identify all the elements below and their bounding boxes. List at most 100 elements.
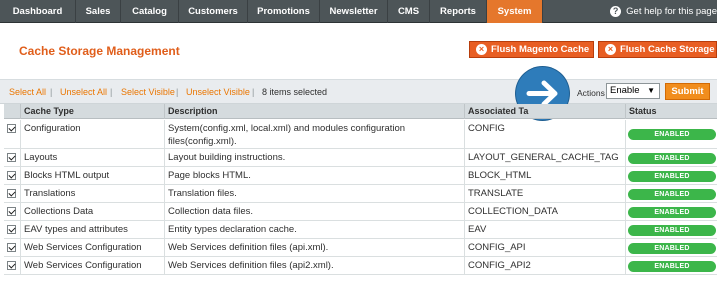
description-cell-text: System(config.xml, local.xml) and module… [168,123,406,147]
status-badge: ENABLED [628,153,716,164]
associated-tags-cell: LAYOUT_GENERAL_CACHE_TAG [465,149,626,166]
row-checkbox[interactable] [7,261,16,270]
checkbox-cell [4,120,21,148]
grid-header: Cache Type Description Associated Ta Sta… [4,104,717,119]
description-cell-text: Page blocks HTML. [168,170,251,181]
flush-cache-storage-button[interactable]: × Flush Cache Storage [598,41,717,58]
associated-tags-cell: BLOCK_HTML [465,167,626,184]
table-row[interactable]: Web Services Configuration Web Services d… [4,257,717,275]
row-checkbox[interactable] [7,243,16,252]
associated-tags-cell: COLLECTION_DATA [465,203,626,220]
help-label: Get help for this page [626,6,717,17]
checkbox-cell [4,167,21,184]
separator: | [176,87,179,97]
close-icon: × [605,44,616,55]
description-cell: Entity types declaration cache. [165,221,465,238]
description-cell: Layout building instructions. [165,149,465,166]
header-checkbox-column [4,104,21,119]
row-checkbox[interactable] [7,207,16,216]
table-row[interactable]: Configuration System(config.xml, local.xm… [4,120,717,149]
description-cell: Web Services definition files (api2.xml)… [165,257,465,274]
help-link[interactable]: ? Get help for this page [610,0,717,23]
table-row[interactable]: Web Services Configuration Web Services d… [4,239,717,257]
row-checkbox[interactable] [7,124,16,133]
nav-item-dashboard[interactable]: Dashboard [0,0,76,23]
nav-item-newsletter[interactable]: Newsletter [320,0,388,23]
selected-count: 8 items selected [262,87,328,97]
checkbox-cell [4,221,21,238]
row-checkbox[interactable] [7,171,16,180]
unselect-visible-link[interactable]: Unselect Visible [186,87,250,97]
header-cache-type[interactable]: Cache Type [21,104,165,119]
status-badge: ENABLED [628,207,716,218]
cache-type-cell: Blocks HTML output [21,167,165,184]
checkbox-cell [4,149,21,166]
cache-type-cell: Web Services Configuration [21,257,165,274]
nav-item-promotions[interactable]: Promotions [248,0,320,23]
nav-item-reports[interactable]: Reports [430,0,487,23]
cache-type-cell: Web Services Configuration [21,239,165,256]
associated-tags-cell-text: TRANSLATE [468,188,524,199]
status-badge: ENABLED [628,261,716,272]
table-row[interactable]: Blocks HTML output Page blocks HTML. BLOCK… [4,167,717,185]
table-row[interactable]: Collections Data Collection data files. CO… [4,203,717,221]
description-cell-text: Collection data files. [168,206,254,217]
cache-type-cell: Layouts [21,149,165,166]
description-cell: System(config.xml, local.xml) and module… [165,120,465,148]
separator: | [50,87,53,97]
cache-type-cell: Collections Data [21,203,165,220]
nav-item-cms[interactable]: CMS [388,0,430,23]
associated-tags-cell-text: EAV [468,224,487,235]
row-checkbox[interactable] [7,225,16,234]
help-icon: ? [610,6,622,17]
flush-magento-cache-button[interactable]: × Flush Magento Cache [469,41,594,58]
description-cell-text: Layout building instructions. [168,152,286,163]
cache-type-cell-text: Blocks HTML output [24,170,110,181]
description-cell-text: Web Services definition files (api2.xml)… [168,260,334,271]
chevron-down-icon: ▼ [647,86,655,95]
associated-tags-cell-text: CONFIG [468,123,505,134]
top-nav: Dashboard Sales Catalog Customers Promot… [0,0,717,23]
select-all-link[interactable]: Select All [9,87,46,97]
cache-type-cell: Translations [21,185,165,202]
table-row[interactable]: Layouts Layout building instructions. LAYO… [4,149,717,167]
cache-type-cell-text: Collections Data [24,206,94,217]
table-row[interactable]: EAV types and attributes Entity types dec… [4,221,717,239]
select-visible-link[interactable]: Select Visible [121,87,175,97]
associated-tags-cell-text: CONFIG_API [468,242,526,253]
nav-item-customers[interactable]: Customers [179,0,248,23]
associated-tags-cell-text: CONFIG_API2 [468,260,531,271]
actions-label: Actions [577,88,605,98]
cache-type-cell-text: Configuration [24,123,81,134]
flush-cache-storage-label: Flush Cache Storage [620,44,715,55]
massaction-bar: Select All | Unselect All | Select Visib… [0,79,717,104]
header-status[interactable]: Status [626,104,717,119]
header-associated-tags[interactable]: Associated Ta [465,104,626,119]
row-checkbox[interactable] [7,189,16,198]
checkbox-cell [4,185,21,202]
cache-type-cell-text: Web Services Configuration [24,242,142,253]
associated-tags-cell: CONFIG [465,120,626,148]
table-row[interactable]: Translations Translation files. TRANSLATE E… [4,185,717,203]
status-badge: ENABLED [628,171,716,182]
checkbox-cell [4,257,21,274]
nav-item-sales[interactable]: Sales [76,0,121,23]
checkbox-cell [4,203,21,220]
cache-type-cell-text: Layouts [24,152,58,163]
nav-item-system[interactable]: System [487,0,543,23]
unselect-all-link[interactable]: Unselect All [60,87,107,97]
description-cell-text: Entity types declaration cache. [168,224,297,235]
actions-select[interactable]: Enable ▼ [606,83,660,99]
submit-button[interactable]: Submit [665,83,710,100]
associated-tags-cell-text: COLLECTION_DATA [468,206,558,217]
flush-magento-cache-label: Flush Magento Cache [491,44,590,55]
associated-tags-cell: CONFIG_API [465,239,626,256]
row-checkbox[interactable] [7,153,16,162]
cache-type-cell: EAV types and attributes [21,221,165,238]
status-badge: ENABLED [628,129,716,140]
description-cell-text: Web Services definition files (api.xml). [168,242,329,253]
nav-item-catalog[interactable]: Catalog [121,0,179,23]
close-icon: × [476,44,487,55]
associated-tags-cell-text: LAYOUT_GENERAL_CACHE_TAG [468,152,619,163]
header-description[interactable]: Description [165,104,465,119]
